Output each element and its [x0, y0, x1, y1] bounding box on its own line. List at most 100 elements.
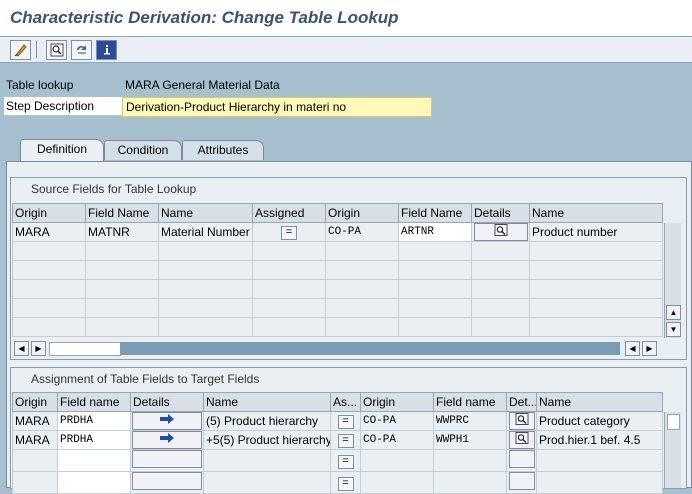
column-header[interactable]: Details [130, 392, 204, 412]
details-cell [130, 411, 204, 431]
table-row: MARA PRDHA (5) Product hierarchy = CO-PA… [12, 411, 663, 431]
column-header[interactable]: Name [203, 392, 331, 412]
page-title: Characteristic Derivation: Change Table … [10, 8, 399, 27]
column-header[interactable]: Details [471, 203, 530, 223]
column-header[interactable]: Assigned [252, 203, 326, 223]
field-name-cell: WWPH1 [433, 430, 507, 450]
table-row: MARA PRDHA +5(5) Product hierarchy = CO-… [12, 430, 663, 450]
table-row [12, 317, 663, 337]
name-cell: Material Number [158, 222, 253, 242]
details-button[interactable] [473, 223, 528, 241]
details-button[interactable] [508, 431, 535, 449]
details-button[interactable] [132, 472, 202, 490]
table-row [12, 298, 663, 318]
details-button[interactable] [508, 412, 535, 430]
details-button[interactable] [132, 412, 202, 430]
vertical-scrollbar[interactable] [664, 412, 681, 488]
column-header[interactable]: Name [158, 203, 253, 223]
table-lookup-value: MARA General Material Data [125, 78, 280, 92]
scroll-down-icon[interactable]: ▼ [666, 322, 681, 337]
column-header[interactable]: Field name [57, 392, 131, 412]
info-icon[interactable] [96, 40, 117, 60]
find-icon[interactable] [46, 40, 67, 60]
details-cell [506, 430, 537, 450]
equals-icon[interactable]: = [337, 415, 354, 429]
table-lookup-label: Table lookup [6, 78, 74, 92]
table-header-row: Origin Field Name Name Assigned Origin F… [12, 203, 663, 223]
scroll-thumb[interactable] [49, 342, 121, 356]
scroll-right-icon[interactable]: ▶ [642, 341, 657, 356]
column-header[interactable]: As... [330, 392, 361, 412]
equals-icon[interactable]: = [281, 226, 297, 240]
step-description-field[interactable]: Derivation-Product Hierarchy in materi n… [122, 97, 432, 117]
table-header-row: Origin Field name Details Name As... Ori… [12, 392, 663, 412]
origin-cell: MARA [12, 430, 58, 450]
target-fields-title: Assignment of Table Fields to Target Fie… [31, 372, 260, 386]
table-row [12, 279, 663, 299]
table-row [12, 241, 663, 261]
tab-attributes[interactable]: Attributes [182, 140, 264, 160]
source-fields-group: Source Fields for Table Lookup Origin Fi… [10, 177, 687, 360]
column-header[interactable]: Origin [325, 203, 399, 223]
column-header[interactable]: Field Name [398, 203, 472, 223]
details-button[interactable] [132, 431, 202, 449]
details-cell [506, 411, 537, 431]
column-header[interactable]: Origin [360, 392, 434, 412]
magnifier-icon [494, 224, 507, 236]
assigned-cell: = [252, 222, 326, 242]
name-cell: +5(5) Product hierarchy [203, 430, 331, 450]
scroll-right-icon[interactable]: ▶ [31, 341, 46, 356]
field-name-input[interactable]: PRDHA [57, 430, 131, 450]
field-name-input[interactable]: PRDHA [57, 411, 131, 431]
field-name-cell: MATNR [85, 222, 159, 242]
target-fields-table: Origin Field name Details Name As... Ori… [12, 392, 663, 494]
scroll-up-icon[interactable]: ▲ [666, 305, 681, 320]
details-cell [471, 222, 530, 242]
column-header[interactable]: Origin [12, 392, 58, 412]
name-cell: Prod.hier.1 bef. 4.5 [536, 430, 663, 450]
origin-cell: MARA [12, 411, 58, 431]
column-header[interactable]: Field name [433, 392, 507, 412]
vertical-scrollbar[interactable]: ▲ ▼ [664, 223, 681, 338]
target-field-input[interactable]: ARTNR [398, 222, 472, 242]
column-header[interactable]: Name [536, 392, 663, 412]
equals-icon[interactable]: = [337, 434, 354, 448]
source-fields-table: Origin Field Name Name Assigned Origin F… [12, 203, 663, 337]
table-row: = [12, 449, 663, 472]
table-row: = [12, 471, 663, 494]
name-cell: (5) Product hierarchy [203, 411, 331, 431]
scroll-left-icon[interactable]: ◀ [625, 341, 640, 356]
scroll-left-icon[interactable]: ◀ [14, 341, 29, 356]
origin-cell: CO-PA [360, 430, 434, 450]
scroll-thumb[interactable] [667, 414, 680, 430]
details-button[interactable] [508, 450, 535, 468]
column-header[interactable]: Origin [12, 203, 86, 223]
horizontal-scrollbar[interactable]: ◀ ▶ ◀ ▶ [12, 341, 662, 356]
name-cell: Product category [536, 411, 663, 431]
column-header[interactable]: Det... [506, 392, 537, 412]
tab-definition[interactable]: Definition [20, 139, 104, 161]
where-used-icon[interactable] [71, 40, 92, 60]
field-name-cell: WWPRC [433, 411, 507, 431]
definition-panel: Source Fields for Table Lookup Origin Fi… [6, 161, 692, 494]
arrow-right-icon [160, 414, 174, 424]
table-row [12, 260, 663, 280]
equals-icon[interactable]: = [337, 476, 354, 491]
origin-cell: CO-PA [325, 222, 399, 242]
scroll-track[interactable] [120, 342, 620, 355]
column-header[interactable]: Field Name [85, 203, 159, 223]
step-description-label: Step Description [4, 97, 124, 116]
equals-icon[interactable]: = [337, 454, 354, 469]
display-change-icon[interactable] [10, 40, 31, 60]
origin-cell: CO-PA [360, 411, 434, 431]
magnifier-icon [515, 432, 528, 444]
origin-cell: MARA [12, 222, 86, 242]
details-cell [130, 430, 204, 450]
details-button[interactable] [508, 472, 535, 490]
column-header[interactable]: Name [529, 203, 663, 223]
details-button[interactable] [132, 450, 202, 468]
tab-condition[interactable]: Condition [104, 140, 182, 160]
target-fields-group: Assignment of Table Fields to Target Fie… [10, 367, 687, 494]
toolbar-separator [36, 41, 37, 58]
application-toolbar [0, 37, 692, 63]
